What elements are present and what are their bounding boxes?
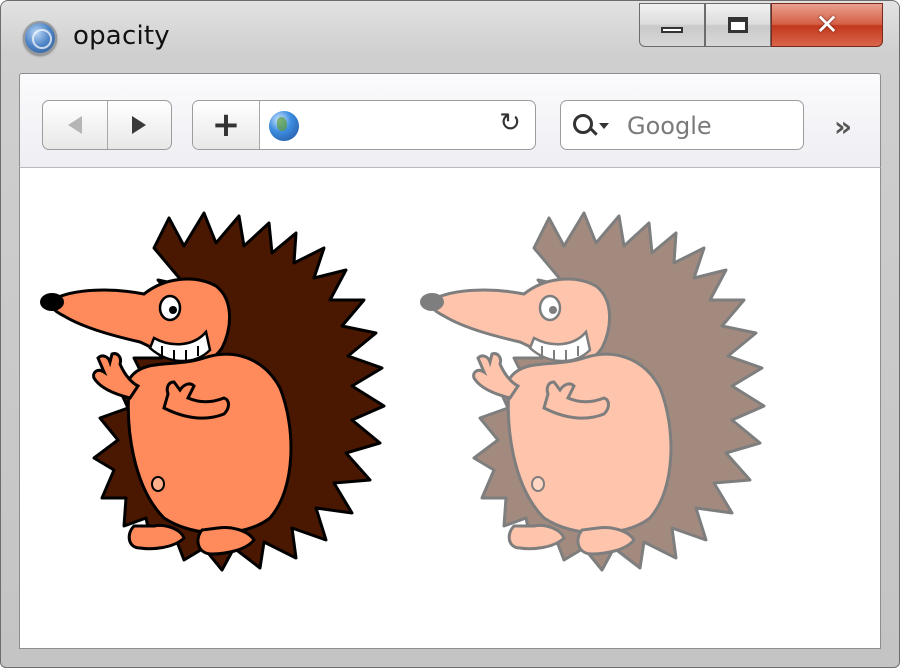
safari-compass-icon	[23, 21, 57, 55]
page-content	[19, 167, 881, 649]
hedgehog-image	[40, 211, 386, 572]
search-input[interactable]	[625, 111, 799, 141]
reload-button[interactable]: ↻	[499, 110, 521, 136]
navigation-buttons	[42, 100, 172, 150]
title-bar[interactable]: opacity ✕	[1, 1, 899, 71]
minimize-icon	[661, 27, 683, 33]
minimize-button[interactable]	[639, 3, 705, 47]
maximize-button[interactable]	[705, 3, 771, 47]
forward-button[interactable]	[106, 101, 172, 149]
toolbar-overflow-button[interactable]: »	[834, 110, 852, 143]
window-controls: ✕	[639, 3, 883, 47]
browser-window: opacity ✕ + ↻ Google »	[0, 0, 900, 668]
chevron-down-icon[interactable]	[599, 123, 609, 129]
add-bookmark-button[interactable]: +	[193, 101, 260, 149]
maximize-icon	[728, 17, 748, 33]
globe-icon	[269, 111, 299, 141]
address-input[interactable]	[305, 111, 499, 141]
hedgehog-image-translucent	[418, 211, 766, 572]
window-title: opacity	[73, 21, 170, 51]
back-arrow-icon	[67, 116, 82, 134]
close-button[interactable]: ✕	[771, 3, 883, 47]
forward-arrow-icon	[132, 116, 147, 134]
browser-toolbar: + ↻ »	[19, 73, 881, 167]
back-button[interactable]	[43, 101, 107, 149]
address-bar: + ↻	[192, 100, 536, 150]
close-icon: ✕	[815, 8, 839, 41]
search-icon[interactable]	[573, 114, 593, 134]
search-box	[560, 100, 804, 150]
